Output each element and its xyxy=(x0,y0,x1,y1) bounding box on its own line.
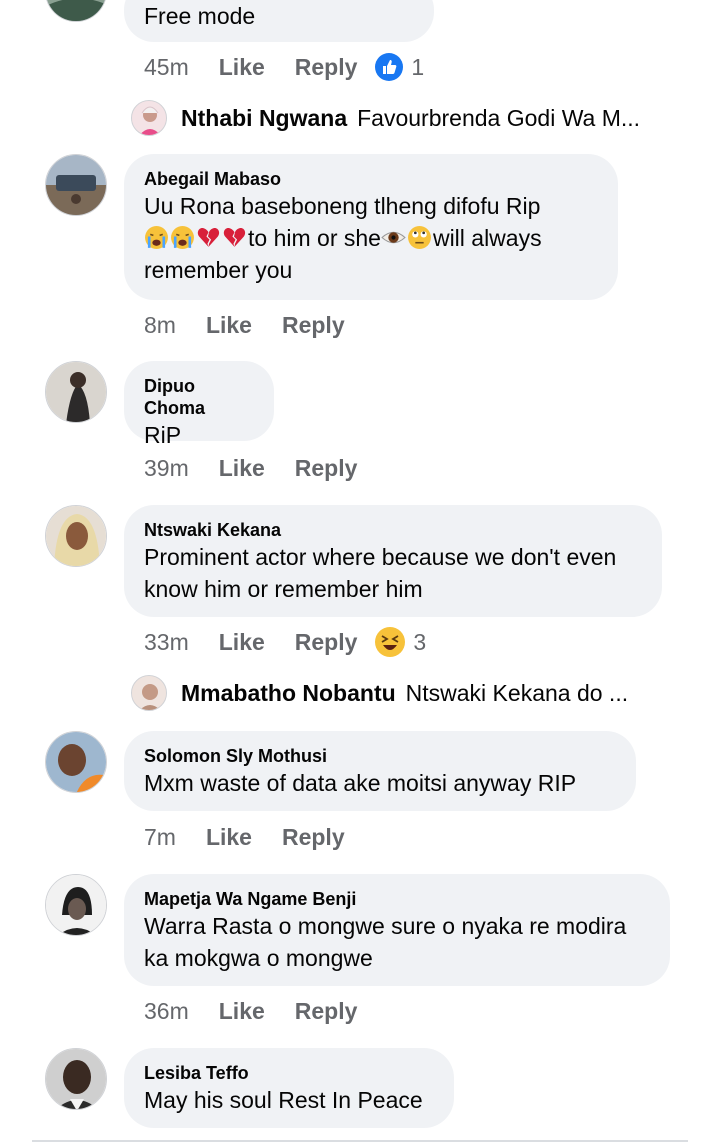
comment-actions: 7m Like Reply xyxy=(144,820,345,854)
reply-text: Ntswaki Kekana do ... xyxy=(405,679,629,706)
comment-bubble: Free mode xyxy=(124,0,434,42)
rolling-eyes-face-icon xyxy=(407,226,431,249)
like-button[interactable]: Like xyxy=(206,824,252,851)
comment-bubble: Ntswaki Kekana Prominent actor where bec… xyxy=(124,505,662,617)
avatar[interactable] xyxy=(45,731,107,793)
comment-time[interactable]: 36m xyxy=(144,998,189,1025)
reply-button[interactable]: Reply xyxy=(295,998,358,1025)
comment-text-line: Uu Rona baseboneng tlheng difofu Rip xyxy=(144,193,541,219)
reaction-summary[interactable]: 3 xyxy=(375,627,426,657)
comment-bubble: Dipuo Choma RiP xyxy=(124,361,274,448)
divider xyxy=(32,1140,688,1142)
comment-text: May his soul Rest In Peace xyxy=(144,1087,423,1113)
comment-author[interactable]: Dipuo Choma xyxy=(144,375,254,419)
broken-heart-icon xyxy=(223,227,246,247)
reply-author[interactable]: Nthabi Ngwana xyxy=(181,105,347,132)
comment-text-fragment: will always xyxy=(432,225,542,251)
comment-actions: 39m Like Reply xyxy=(144,451,357,485)
comment-bubble: Mapetja Wa Ngame Benji Warra Rasta o mon… xyxy=(124,874,670,986)
comment-text-line: Warra Rasta o mongwe sure o nyaka re mod… xyxy=(144,913,627,939)
comment-time[interactable]: 33m xyxy=(144,629,189,656)
comment-actions: 33m Like Reply 3 xyxy=(144,625,426,659)
reaction-count: 1 xyxy=(411,53,425,80)
like-button[interactable]: Like xyxy=(219,455,265,482)
comment-actions: 45m Like Reply 1 xyxy=(144,50,424,84)
like-button[interactable]: Like xyxy=(219,629,265,656)
like-icon xyxy=(375,53,404,81)
comment-text-line: to him or she will always xyxy=(144,222,598,254)
haha-icon xyxy=(375,627,406,657)
comment-time[interactable]: 39m xyxy=(144,455,189,482)
comment-actions: 36m Like Reply xyxy=(144,994,357,1028)
reply-preview[interactable]: Mmabatho Nobantu Ntswaki Kekana do ... xyxy=(131,673,628,713)
comment-text-line: ka mokgwa o mongwe xyxy=(144,945,373,971)
reaction-count: 3 xyxy=(413,628,427,655)
reply-button[interactable]: Reply xyxy=(295,54,358,81)
comment-author[interactable]: Abegail Mabaso xyxy=(144,168,598,190)
comment-text-line: remember you xyxy=(144,257,293,283)
comment-text: Mxm waste of data ake moitsi anyway RIP xyxy=(144,770,577,796)
comment-author[interactable]: Mapetja Wa Ngame Benji xyxy=(144,888,650,910)
like-button[interactable]: Like xyxy=(219,54,265,81)
comment-time[interactable]: 7m xyxy=(144,824,176,851)
broken-heart-icon xyxy=(197,227,220,247)
avatar[interactable] xyxy=(45,154,107,216)
avatar xyxy=(131,100,167,136)
eye-icon xyxy=(381,231,406,244)
crying-face-icon xyxy=(171,226,194,249)
avatar[interactable] xyxy=(45,874,107,936)
avatar[interactable] xyxy=(45,0,107,22)
comment-author[interactable]: Lesiba Teffo xyxy=(144,1062,434,1084)
avatar[interactable] xyxy=(45,1048,107,1110)
reply-button[interactable]: Reply xyxy=(282,824,345,851)
comment-bubble: Solomon Sly Mothusi Mxm waste of data ak… xyxy=(124,731,636,811)
reaction-summary[interactable]: 1 xyxy=(375,53,424,81)
reply-button[interactable]: Reply xyxy=(295,455,358,482)
reply-button[interactable]: Reply xyxy=(295,629,358,656)
comment-bubble: Lesiba Teffo May his soul Rest In Peace xyxy=(124,1048,454,1128)
avatar xyxy=(131,675,167,711)
comment-text: Free mode xyxy=(144,3,256,29)
comment-text-line: Prominent actor where because we don't e… xyxy=(144,544,617,570)
comment-text: RiP xyxy=(144,422,182,448)
reply-preview[interactable]: Nthabi Ngwana Favourbrenda Godi Wa M... xyxy=(131,98,640,138)
comment-author[interactable]: Solomon Sly Mothusi xyxy=(144,745,616,767)
like-button[interactable]: Like xyxy=(206,312,252,339)
reply-text: Favourbrenda Godi Wa M... xyxy=(357,104,641,131)
comment-text-fragment: to him or she xyxy=(248,225,381,251)
comment-bubble: Abegail Mabaso Uu Rona baseboneng tlheng… xyxy=(124,154,618,300)
reply-author[interactable]: Mmabatho Nobantu xyxy=(181,680,396,707)
comment-time[interactable]: 8m xyxy=(144,312,176,339)
comment-author[interactable]: Ntswaki Kekana xyxy=(144,519,642,541)
comment-text-line: know him or remember him xyxy=(144,576,423,602)
comment-time[interactable]: 45m xyxy=(144,54,189,81)
comment-actions: 8m Like Reply xyxy=(144,308,345,342)
reply-button[interactable]: Reply xyxy=(282,312,345,339)
crying-face-icon xyxy=(145,226,168,249)
avatar[interactable] xyxy=(45,505,107,567)
like-button[interactable]: Like xyxy=(219,998,265,1025)
avatar[interactable] xyxy=(45,361,107,423)
